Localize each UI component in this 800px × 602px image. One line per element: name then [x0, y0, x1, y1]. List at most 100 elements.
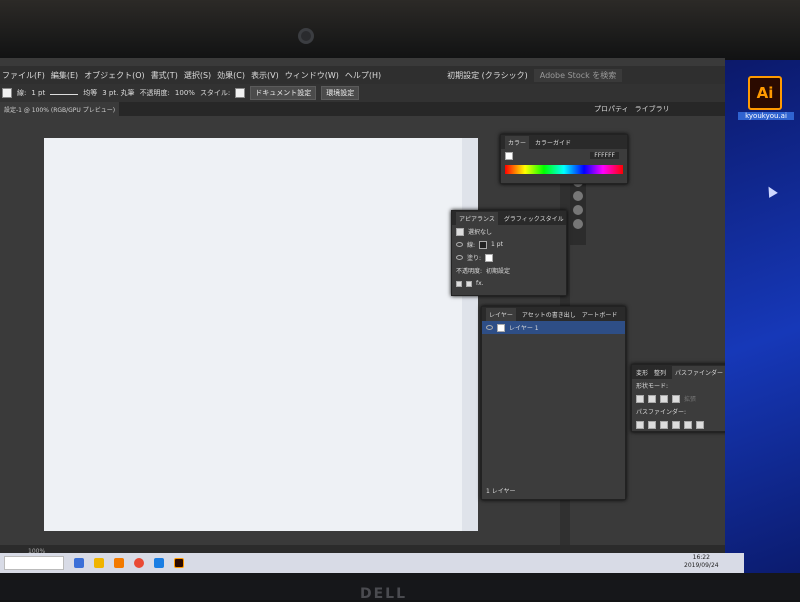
stroke-profile-label[interactable]: 均等: [83, 88, 97, 98]
menu-effect[interactable]: 効果(C): [217, 70, 245, 81]
merge-icon[interactable]: [660, 420, 668, 429]
stock-search-input[interactable]: Adobe Stock を検索: [533, 68, 623, 82]
appearance-opacity-row[interactable]: 不透明度: 初期設定: [452, 264, 566, 277]
pathfinder-panel-header: 変形 整列 パスファインダー: [632, 365, 725, 379]
tab-transform[interactable]: 変形: [636, 368, 648, 377]
desktop-icon-label[interactable]: kyoukyou.ai: [738, 112, 794, 120]
tab-align[interactable]: 整列: [654, 368, 666, 377]
pathfinders-label: パスファインダー:: [636, 409, 687, 416]
hex-input[interactable]: FFFFFF: [590, 152, 619, 159]
task-view-icon[interactable]: [74, 558, 84, 568]
menu-edit[interactable]: 編集(E): [51, 70, 78, 81]
trim-icon[interactable]: [648, 420, 656, 429]
opacity-label: 不透明度:: [456, 268, 483, 275]
tab-graphic-styles[interactable]: グラフィックスタイル: [504, 214, 564, 223]
menu-select[interactable]: 選択(S): [184, 70, 211, 81]
tab-pathfinder[interactable]: パスファインダー: [672, 365, 725, 379]
eye-icon[interactable]: [456, 255, 463, 260]
layers-footer: 1 レイヤー: [482, 484, 516, 497]
pathfinder-panel: 変形 整列 パスファインダー 形状モード: 拡張 パスファインダー:: [631, 364, 725, 432]
layer-row[interactable]: レイヤー 1: [482, 321, 625, 334]
tab-asset-export[interactable]: アセットの書き出し: [522, 310, 576, 319]
tab-properties[interactable]: プロパティ: [594, 104, 629, 114]
stroke-label: 線:: [17, 89, 27, 97]
workspace-switcher[interactable]: 初期設定 (クラシック): [447, 70, 528, 81]
tab-appearance[interactable]: アピアランス: [456, 211, 498, 225]
brush-dropdown[interactable]: 3 pt. 丸筆: [102, 88, 134, 98]
add-fill-icon[interactable]: [466, 280, 472, 287]
style-swatch[interactable]: [235, 88, 246, 98]
stroke-weight-input[interactable]: 1 pt: [31, 89, 45, 97]
minus-back-icon[interactable]: [696, 420, 704, 429]
intersect-icon[interactable]: [660, 394, 668, 403]
edge-icon[interactable]: [154, 558, 164, 568]
color-spectrum[interactable]: [505, 165, 623, 174]
artboard-edge: [462, 138, 478, 531]
menu-type[interactable]: 書式(T): [151, 70, 178, 81]
appearance-panel-header: アピアランス グラフィックスタイル: [452, 211, 566, 225]
tab-color[interactable]: カラー: [505, 135, 530, 149]
eye-icon[interactable]: [486, 325, 493, 330]
brushes-panel-icon[interactable]: [573, 205, 583, 215]
taskbar-clock[interactable]: 16:22 2019/09/24: [684, 554, 719, 570]
layer-thumbnail: [497, 323, 505, 332]
file-explorer-icon[interactable]: [94, 558, 104, 568]
artboard[interactable]: [44, 138, 477, 531]
fill-swatch[interactable]: [2, 88, 12, 98]
document-setup-button[interactable]: ドキュメント設定: [250, 86, 317, 100]
symbols-panel-icon[interactable]: [573, 219, 583, 229]
taskbar-search-box[interactable]: [4, 556, 64, 570]
selection-label: 選択なし: [468, 229, 493, 236]
layer-name[interactable]: レイヤー 1: [509, 323, 539, 332]
style-label: スタイル:: [199, 89, 231, 97]
appearance-selection-row: 選択なし: [452, 225, 566, 238]
tab-color-guide[interactable]: カラーガイド: [535, 138, 571, 147]
menu-file[interactable]: ファイル(F): [2, 70, 45, 81]
swatches-panel-icon[interactable]: [573, 191, 583, 201]
tab-libraries[interactable]: ライブラリ: [635, 104, 670, 114]
minus-front-icon[interactable]: [648, 394, 656, 403]
stroke-profile-preview[interactable]: [50, 93, 79, 95]
document-tab[interactable]: 設定-1 @ 100% (RGB/GPU プレビュー): [0, 102, 120, 116]
fill-label: 塗り:: [467, 255, 482, 262]
tab-layers[interactable]: レイヤー: [486, 307, 516, 321]
crop-icon[interactable]: [672, 420, 680, 429]
panel-dock-tabs: プロパティ ライブラリ: [594, 102, 670, 116]
menu-help[interactable]: ヘルプ(H): [345, 70, 381, 81]
chrome-icon[interactable]: [134, 558, 144, 568]
stroke-weight[interactable]: 1 pt: [491, 241, 503, 248]
expand-button[interactable]: 拡張: [684, 394, 696, 403]
menu-window[interactable]: ウィンドウ(W): [285, 70, 339, 81]
clock-date: 2019/09/24: [684, 562, 719, 569]
appearance-footer: fx.: [452, 277, 566, 290]
fx-button[interactable]: fx.: [476, 280, 484, 287]
shape-modes-label: 形状モード:: [636, 383, 669, 390]
stroke-swatch[interactable]: [479, 240, 488, 249]
opacity-value[interactable]: 初期設定: [486, 266, 510, 275]
unite-icon[interactable]: [636, 394, 644, 403]
opacity-input[interactable]: 100%: [175, 89, 195, 97]
illustrator-taskbar-icon[interactable]: [174, 558, 184, 568]
clock-time: 16:22: [692, 554, 710, 561]
add-stroke-icon[interactable]: [456, 280, 462, 287]
fill-color-box[interactable]: [505, 151, 513, 160]
eye-icon[interactable]: [456, 242, 463, 247]
outline-icon[interactable]: [684, 420, 692, 429]
stroke-label: 線:: [467, 242, 476, 249]
preferences-button[interactable]: 環境設定: [321, 86, 360, 100]
windows-taskbar: [0, 553, 744, 573]
menu-view[interactable]: 表示(V): [251, 70, 279, 81]
appearance-stroke-row[interactable]: 線: 1 pt: [452, 238, 566, 251]
menu-object[interactable]: オブジェクト(O): [84, 70, 145, 81]
office-icon[interactable]: [114, 558, 124, 568]
divide-icon[interactable]: [636, 420, 644, 429]
appearance-panel: アピアランス グラフィックスタイル 選択なし 線: 1 pt 塗り: 不透明度:…: [451, 210, 567, 296]
control-bar: 線: 1 pt 均等 3 pt. 丸筆 不透明度: 100% スタイル: ドキュ…: [0, 84, 725, 102]
color-hex-row: FFFFFF: [501, 149, 627, 162]
exclude-icon[interactable]: [672, 394, 680, 403]
selection-thumbnail: [456, 227, 464, 236]
fill-swatch[interactable]: [485, 253, 494, 262]
tab-artboards[interactable]: アートボード: [582, 310, 618, 319]
illustrator-file-icon[interactable]: Ai: [748, 76, 782, 110]
appearance-fill-row[interactable]: 塗り:: [452, 251, 566, 264]
